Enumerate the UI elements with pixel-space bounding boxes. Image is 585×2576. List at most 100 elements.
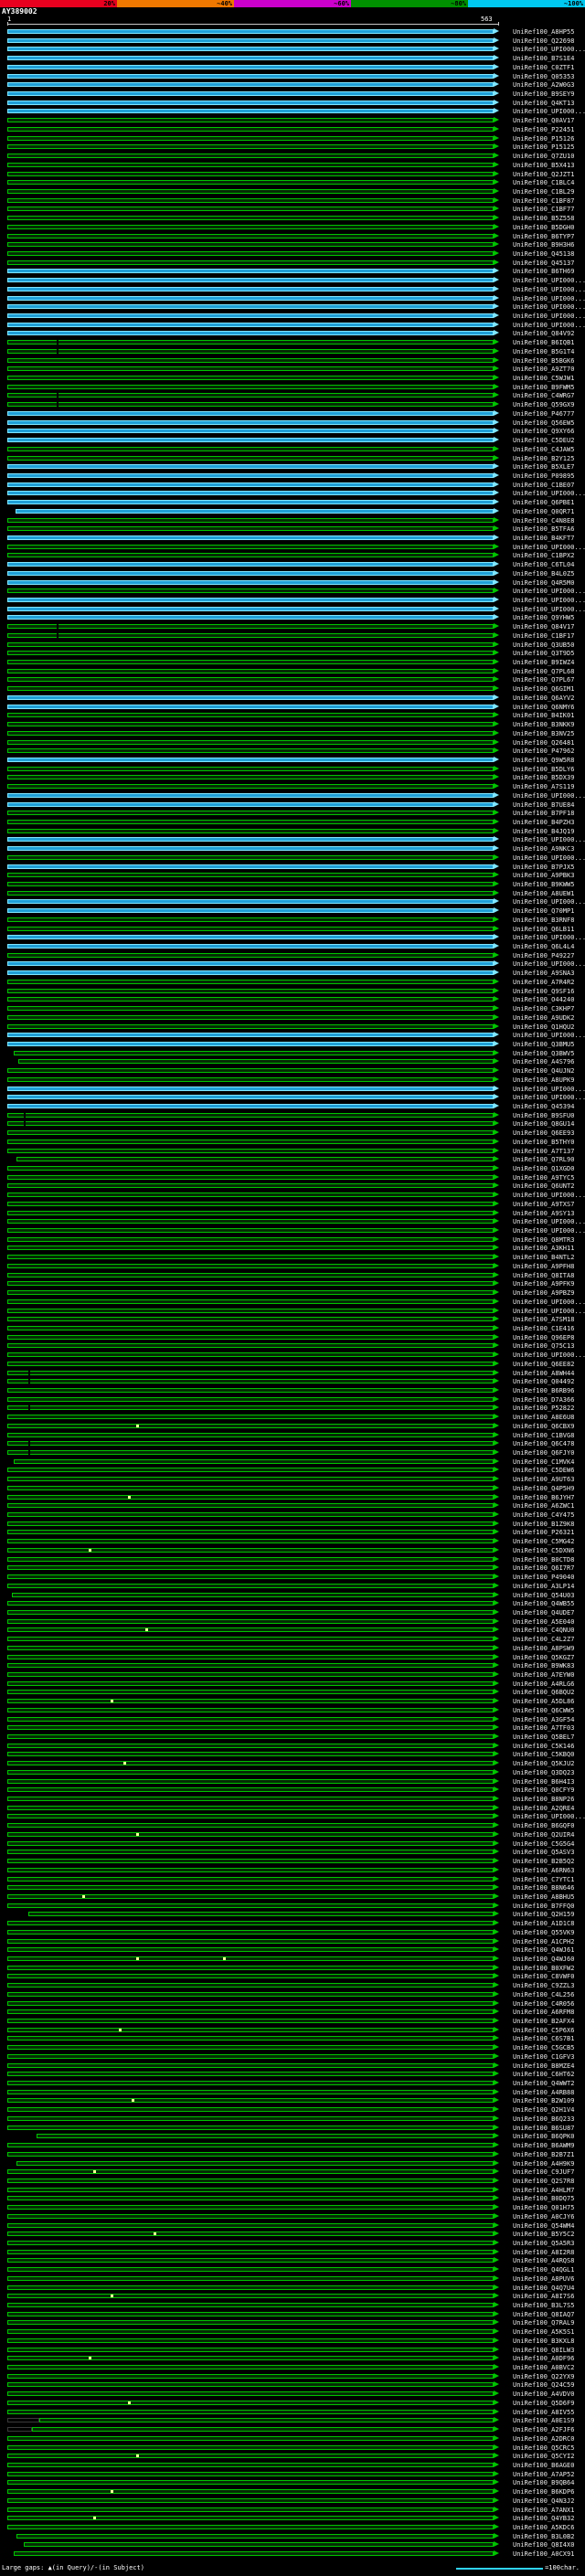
hit-row[interactable]: UniRef100_B8MZE4 xyxy=(0,2062,585,2071)
hit-bar[interactable] xyxy=(7,1965,494,1970)
hit-bar[interactable] xyxy=(7,713,494,718)
hit-row[interactable]: UniRef100_C1BPX2 xyxy=(0,551,585,560)
hit-row[interactable]: UniRef100_C1BF17 xyxy=(0,631,585,641)
hit-label[interactable]: UniRef100_Q55VK9 xyxy=(513,1929,574,1936)
hit-row[interactable]: UniRef100_Q4UDE7 xyxy=(0,1608,585,1617)
hit-bar[interactable] xyxy=(7,801,494,807)
hit-row[interactable]: UniRef100_C4Y475 xyxy=(0,1511,585,1520)
hit-bar[interactable] xyxy=(7,144,494,150)
hit-bar[interactable] xyxy=(7,2391,494,2397)
hit-label[interactable]: UniRef100_Q5CRC5 xyxy=(513,2444,574,2452)
hit-label[interactable]: UniRef100_C5DEW6 xyxy=(513,1467,574,1474)
hit-bar[interactable] xyxy=(7,242,494,248)
hit-label[interactable]: UniRef100_B5DGH0 xyxy=(513,224,574,231)
hit-label[interactable]: UniRef100_B5Y5C2 xyxy=(513,2231,574,2238)
hit-label[interactable]: UniRef100_B6KDP6 xyxy=(513,2488,574,2496)
hit-label[interactable]: UniRef100_A2W0G3 xyxy=(513,81,574,89)
hit-bar[interactable] xyxy=(7,917,494,922)
hit-row[interactable]: UniRef100_Q4WB55 xyxy=(0,1599,585,1608)
hit-label[interactable]: UniRef100_A0CJY6 xyxy=(513,2213,574,2221)
hit-row[interactable]: UniRef100_B2B7Z1 xyxy=(0,2150,585,2159)
hit-bar[interactable] xyxy=(7,2489,494,2495)
hit-row[interactable]: UniRef100_Q3UB50 xyxy=(0,641,585,650)
hit-row[interactable]: UniRef100_B3KXL8 xyxy=(0,2337,585,2346)
hit-label[interactable]: UniRef100_B9H3H6 xyxy=(513,241,574,249)
hit-row[interactable]: UniRef100_UPI000... xyxy=(0,1217,585,1226)
hit-bar[interactable] xyxy=(7,2435,494,2441)
hit-bar[interactable] xyxy=(7,2053,494,2059)
hit-label[interactable]: UniRef100_P49040 xyxy=(513,1574,574,1581)
hit-label[interactable]: UniRef100_A2QRE4 xyxy=(513,1805,574,1812)
hit-label[interactable]: UniRef100_B5DLY6 xyxy=(513,766,574,773)
hit-row[interactable]: UniRef100_A8PUV6 xyxy=(0,2274,585,2284)
hit-bar[interactable] xyxy=(7,2365,494,2370)
hit-label[interactable]: UniRef100_UPI000... xyxy=(513,544,585,551)
hit-bar[interactable] xyxy=(7,1769,494,1775)
hit-row[interactable]: UniRef100_Q22698 xyxy=(0,37,585,46)
hit-label[interactable]: UniRef100_C4Y475 xyxy=(513,1511,574,1519)
hit-bar[interactable] xyxy=(7,2196,494,2201)
hit-bar[interactable] xyxy=(7,606,494,611)
hit-label[interactable]: UniRef100_C0ZTF1 xyxy=(513,64,574,71)
hit-row[interactable]: UniRef100_C6S7B1 xyxy=(0,2034,585,2043)
hit-row[interactable]: UniRef100_B5DGH0 xyxy=(0,223,585,232)
hit-bar[interactable] xyxy=(7,2169,494,2175)
hit-bar[interactable] xyxy=(7,357,494,363)
hit-label[interactable]: UniRef100_A4RLG6 xyxy=(513,1680,574,1688)
hit-row[interactable]: UniRef100_A7R4R2 xyxy=(0,978,585,987)
hit-label[interactable]: UniRef100_Q6GIM1 xyxy=(513,685,574,693)
hit-bar[interactable] xyxy=(7,2231,494,2237)
hit-bar[interactable] xyxy=(7,811,494,816)
hit-label[interactable]: UniRef100_B4NTL2 xyxy=(513,1254,574,1261)
hit-row[interactable]: UniRef100_A8UPK9 xyxy=(0,1076,585,1085)
hit-bar[interactable] xyxy=(7,1076,494,1082)
hit-label[interactable]: UniRef100_Q4UDE7 xyxy=(513,1609,574,1617)
hit-label[interactable]: UniRef100_B0CTD8 xyxy=(513,1556,574,1564)
hit-bar[interactable] xyxy=(7,988,494,993)
hit-label[interactable]: UniRef100_Q4WJ61 xyxy=(513,1946,574,1954)
hit-row[interactable]: UniRef100_B4JQ19 xyxy=(0,827,585,836)
hit-row[interactable]: UniRef100_B6AWM9 xyxy=(0,2141,585,2150)
hit-label[interactable]: UniRef100_B3NKK9 xyxy=(513,721,574,728)
hit-label[interactable]: UniRef100_Q6UNT2 xyxy=(513,1182,574,1190)
hit-label[interactable]: UniRef100_B8NP26 xyxy=(513,1796,574,1803)
hit-row[interactable]: UniRef100_A8BHU5 xyxy=(0,1892,585,1902)
hit-row[interactable]: UniRef100_Q6AYV2 xyxy=(0,694,585,703)
hit-label[interactable]: UniRef100_Q84V92 xyxy=(513,330,574,337)
hit-label[interactable]: UniRef100_Q3BWV5 xyxy=(513,1050,574,1057)
hit-row[interactable]: UniRef100_Q6LB11 xyxy=(0,925,585,934)
hit-label[interactable]: UniRef100_A1CPH2 xyxy=(513,1938,574,1945)
hit-label[interactable]: UniRef100_C1E416 xyxy=(513,1325,574,1332)
hit-row[interactable]: UniRef100_Q4KT13 xyxy=(0,99,585,108)
hit-row[interactable]: UniRef100_UPI000... xyxy=(0,107,585,116)
hit-bar[interactable] xyxy=(7,250,494,256)
hit-label[interactable]: UniRef100_A5DL86 xyxy=(513,1698,574,1705)
hit-row[interactable]: UniRef100_C1GFV3 xyxy=(0,2052,585,2062)
hit-label[interactable]: UniRef100_A4RB88 xyxy=(513,2089,574,2096)
hit-row[interactable]: UniRef100_UPI000... xyxy=(0,276,585,285)
hit-label[interactable]: UniRef100_B4L0Z5 xyxy=(513,570,574,578)
hit-label[interactable]: UniRef100_A0E1S9 xyxy=(513,2417,574,2424)
hit-bar[interactable] xyxy=(7,1734,494,1739)
hit-row[interactable]: UniRef100_A4RLG6 xyxy=(0,1680,585,1689)
hit-row[interactable]: UniRef100_Q7PL67 xyxy=(0,675,585,684)
hit-bar[interactable] xyxy=(7,1432,494,1437)
hit-bar[interactable] xyxy=(7,1166,494,1171)
hit-row[interactable]: UniRef100_UPI000... xyxy=(0,321,585,330)
hit-row[interactable]: UniRef100_B6H4I3 xyxy=(0,1777,585,1786)
hit-row[interactable]: UniRef100_Q55VK9 xyxy=(0,1928,585,1937)
hit-row[interactable]: UniRef100_C5KBQ0 xyxy=(0,1750,585,1759)
hit-row[interactable]: UniRef100_A4H9K9 xyxy=(0,2159,585,2168)
hit-bar[interactable] xyxy=(7,2462,494,2467)
hit-row[interactable]: UniRef100_Q3BWV5 xyxy=(0,1049,585,1058)
hit-row[interactable]: UniRef100_Q8IAQ7 xyxy=(0,2310,585,2319)
hit-label[interactable]: UniRef100_C4N8E8 xyxy=(513,517,574,525)
hit-row[interactable]: UniRef100_A9NKC3 xyxy=(0,844,585,853)
hit-bar[interactable] xyxy=(7,2098,494,2104)
hit-row[interactable]: UniRef100_Q2H1V4 xyxy=(0,2105,585,2115)
hit-label[interactable]: UniRef100_Q26481 xyxy=(513,739,574,747)
hit-label[interactable]: UniRef100_B8MZE4 xyxy=(513,2062,574,2070)
hit-row[interactable]: UniRef100_A4VDV0 xyxy=(0,2390,585,2399)
hit-row[interactable]: UniRef100_UPI000... xyxy=(0,959,585,969)
hit-bar[interactable] xyxy=(7,1574,494,1580)
